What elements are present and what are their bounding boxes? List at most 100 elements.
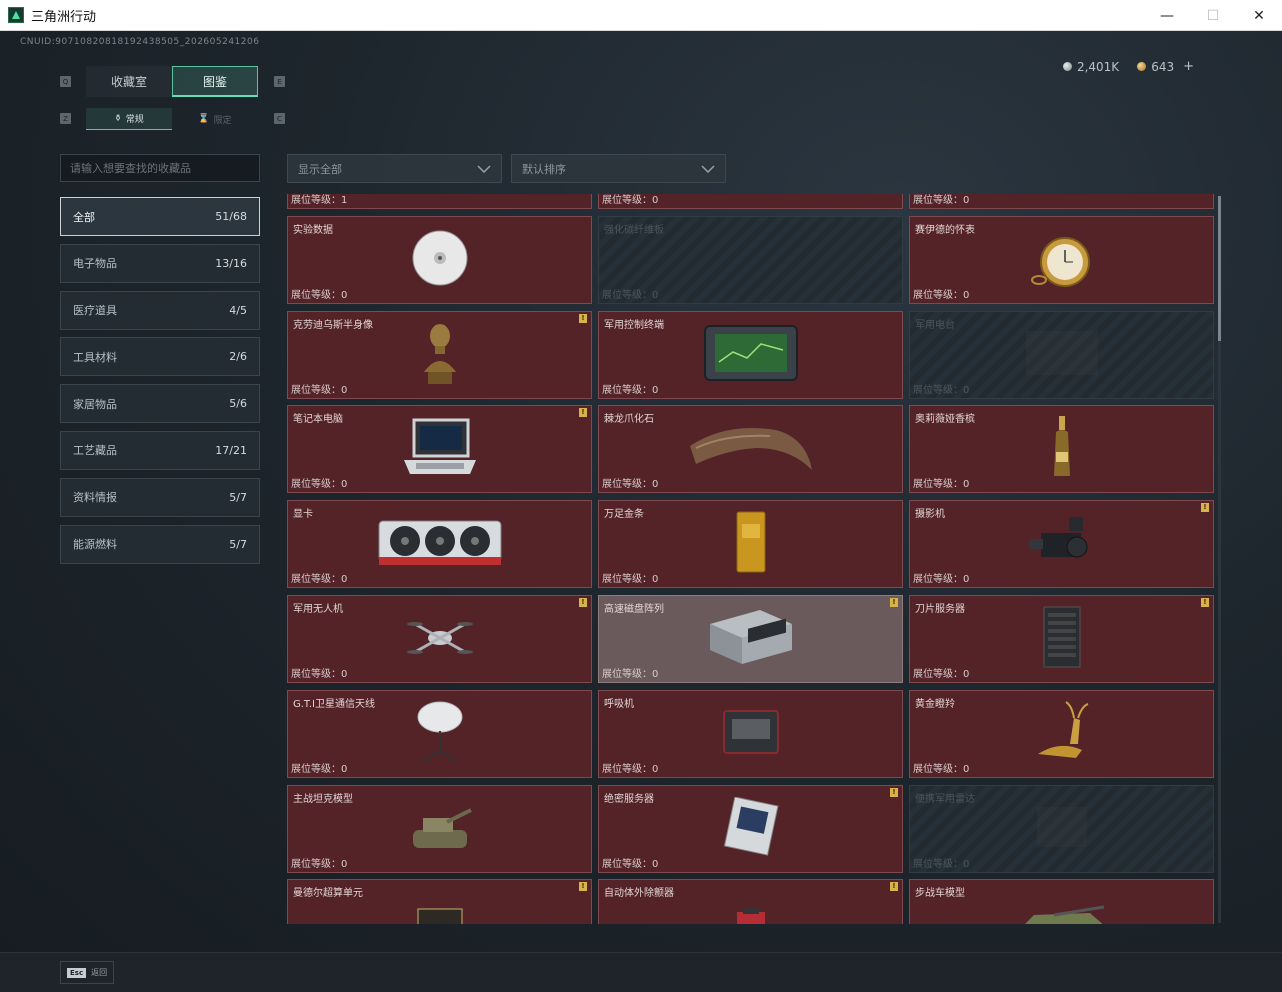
- new-badge-icon: !: [890, 787, 898, 797]
- collection-search-input[interactable]: [60, 154, 260, 182]
- item-level: 展位等级：1: [291, 194, 347, 206]
- collection-item-card[interactable]: 展位等级：0: [909, 194, 1214, 209]
- collection-item-card[interactable]: 主战坦克模型 展位等级：0: [287, 784, 592, 873]
- item-level: 展位等级：0: [913, 855, 969, 870]
- minimize-button[interactable]: —: [1144, 0, 1190, 31]
- back-button[interactable]: Esc 返回: [60, 961, 115, 984]
- collection-item-card[interactable]: 高速磁盘阵列 展位等级：0!: [598, 595, 903, 683]
- category-item[interactable]: 医疗道具 4/5: [60, 290, 260, 330]
- collection-item-card[interactable]: 摄影机 展位等级：0!: [909, 500, 1214, 589]
- tank-icon: [407, 798, 473, 860]
- level-prefix: 展位等级：: [291, 384, 341, 396]
- gold-coin-icon: [1137, 62, 1147, 71]
- collection-item-card[interactable]: 呼吸机 展位等级：0: [598, 689, 903, 778]
- claw-icon: [686, 420, 816, 478]
- new-badge-icon: !: [579, 408, 587, 418]
- level-prefix: 展位等级：: [602, 479, 652, 491]
- tab-collection-room[interactable]: 收藏室: [86, 66, 172, 97]
- collection-item-card[interactable]: 便携军用雷达 展位等级：0: [909, 784, 1214, 873]
- gold-currency[interactable]: 643 +: [1137, 59, 1194, 74]
- tab-catalog[interactable]: 图鉴: [172, 66, 258, 97]
- drone-icon: [405, 612, 475, 666]
- collection-item-card[interactable]: 军用控制终端 展位等级：0: [598, 310, 903, 399]
- category-item[interactable]: 资料情报 5/7: [60, 477, 260, 517]
- collection-item-card[interactable]: 军用电台 展位等级：0: [909, 310, 1214, 399]
- collection-item-card[interactable]: 展位等级：0: [598, 194, 903, 209]
- item-name: 赛伊德的怀表: [915, 224, 975, 236]
- subtab-limited[interactable]: ⌛ 限定: [172, 108, 258, 130]
- add-gold-button[interactable]: +: [1183, 59, 1194, 74]
- collection-item-card[interactable]: 绝密服务器 展位等级：0!: [598, 784, 903, 873]
- subtab-regular[interactable]: ⚱ 常规: [86, 108, 172, 130]
- item-level: 展位等级：0: [602, 194, 658, 206]
- gpu-icon: [375, 513, 505, 575]
- category-count: 5/7: [229, 537, 247, 551]
- collection-item-card[interactable]: 展位等级：1: [287, 194, 592, 209]
- level-prefix: 展位等级：: [602, 858, 652, 870]
- collection-item-card[interactable]: 自动体外除颤器展位等级：0!: [598, 879, 903, 924]
- level-value: 0: [341, 669, 348, 680]
- laptop-icon: [400, 416, 480, 482]
- collection-item-card[interactable]: 笔记本电脑 展位等级：0!: [287, 405, 592, 494]
- level-prefix: 展位等级：: [291, 669, 341, 680]
- item-name: 强化碳纤维板: [604, 224, 664, 236]
- item-name: 克劳迪乌斯半身像: [293, 319, 373, 331]
- collection-item-card[interactable]: 显卡 展位等级：0: [287, 500, 592, 589]
- category-count: 5/7: [229, 490, 247, 504]
- collection-item-card[interactable]: 赛伊德的怀表 展位等级：0: [909, 215, 1214, 304]
- collection-item-card[interactable]: 克劳迪乌斯半身像 展位等级：0!: [287, 310, 592, 399]
- sort-dropdown[interactable]: 默认排序: [511, 154, 726, 183]
- category-item[interactable]: 工具材料 2/6: [60, 337, 260, 377]
- collection-item-card[interactable]: 奥莉薇娅香槟 展位等级：0: [909, 405, 1214, 494]
- item-level: 展位等级：0: [913, 475, 969, 490]
- category-item[interactable]: 能源燃料 5/7: [60, 524, 260, 564]
- level-value: 0: [963, 384, 970, 396]
- silver-amount: 2,401K: [1076, 59, 1120, 74]
- level-prefix: 展位等级：: [291, 195, 341, 206]
- back-label: 返回: [91, 968, 108, 977]
- camera-icon: [1027, 513, 1097, 575]
- esc-key-hint: Esc: [67, 967, 87, 978]
- category-item[interactable]: 全部 51/68: [60, 197, 260, 236]
- new-badge-icon: !: [579, 598, 587, 607]
- collection-item-card[interactable]: 黄金瞪羚 展位等级：0: [909, 689, 1214, 778]
- level-value: 0: [652, 289, 659, 301]
- maximize-button[interactable]: ☐: [1190, 0, 1236, 31]
- collection-item-card[interactable]: 强化碳纤维板 展位等级：0: [598, 215, 903, 304]
- item-level: 展位等级：0: [291, 286, 347, 301]
- level-value: 0: [652, 858, 659, 870]
- item-name: 军用电台: [915, 319, 955, 331]
- gazelle-icon: [1030, 700, 1094, 768]
- category-item[interactable]: 电子物品 13/16: [60, 243, 260, 283]
- collection-item-card[interactable]: 军用无人机 展位等级：0!: [287, 595, 592, 683]
- flask-icon: ⚱: [114, 113, 122, 124]
- silver-currency: 2,401K: [1062, 59, 1120, 74]
- item-name: 便携军用雷达: [915, 793, 975, 805]
- level-value: 0: [341, 289, 348, 301]
- key-hint-q: Q: [60, 76, 71, 87]
- grid-scrollbar-thumb[interactable]: [1218, 196, 1221, 341]
- collection-item-card[interactable]: 万足金条 展位等级：0: [598, 500, 903, 589]
- close-button[interactable]: ✕: [1236, 0, 1282, 31]
- category-item[interactable]: 家居物品 5/6: [60, 384, 260, 424]
- collection-item-card[interactable]: G.T.I卫星通信天线 展位等级：0: [287, 689, 592, 778]
- key-hint-z: Z: [60, 113, 71, 124]
- collection-item-card[interactable]: 棘龙爪化石 展位等级：0: [598, 405, 903, 494]
- item-name: 实验数据: [293, 224, 333, 236]
- board-icon: [723, 795, 779, 861]
- sub-tabs: ⚱ 常规 ⌛ 限定: [86, 108, 258, 130]
- level-value: 0: [652, 195, 659, 206]
- item-level: 展位等级：0: [602, 855, 658, 870]
- collection-item-card[interactable]: 曼德尔超算单元展位等级：0!: [287, 879, 592, 924]
- level-value: 0: [963, 763, 970, 775]
- collection-item-card[interactable]: 步战车模型展位等级：0: [909, 879, 1214, 924]
- show-filter-dropdown[interactable]: 显示全部: [287, 154, 502, 183]
- category-item[interactable]: 工艺藏品 17/21: [60, 430, 260, 470]
- level-prefix: 展位等级：: [913, 479, 963, 491]
- level-value: 0: [963, 574, 970, 586]
- collection-item-card[interactable]: 刀片服务器 展位等级：0!: [909, 595, 1214, 683]
- goldbar-icon: [734, 510, 768, 578]
- item-name: 自动体外除颤器: [604, 888, 674, 900]
- level-prefix: 展位等级：: [913, 289, 963, 301]
- collection-item-card[interactable]: 实验数据展位等级：0: [287, 215, 592, 304]
